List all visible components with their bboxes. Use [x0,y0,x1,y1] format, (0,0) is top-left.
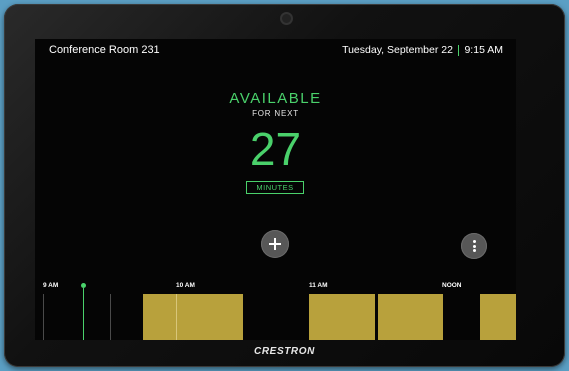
current-time: 9:15 AM [464,44,503,56]
camera-icon [282,14,291,23]
room-name: Conference Room 231 [49,44,160,56]
current-date: Tuesday, September 22 [342,44,453,56]
touch-panel-device: Conference Room 231 Tuesday, September 2… [4,4,565,367]
date-time-separator [457,44,460,56]
timeline-label-noon: NOON [442,282,462,289]
timeline-label-11am: 11 AM [309,282,328,289]
current-time-marker [81,283,86,288]
timeline-label-9am: 9 AM [43,282,59,289]
room-scheduling-screen: Conference Room 231 Tuesday, September 2… [35,39,516,340]
more-options-button[interactable] [461,233,487,259]
minutes-remaining: 27 [249,123,302,175]
timeline-gridline [43,294,44,340]
booked-slot[interactable] [309,294,375,340]
booked-slot[interactable] [480,294,516,340]
current-time-line [83,288,84,340]
timeline-gridline [110,294,111,340]
booked-slot[interactable] [143,294,243,340]
date-time: Tuesday, September 22 9:15 AM [342,44,503,56]
minutes-unit-label: MINUTES [246,181,304,194]
brand-logo: CRESTRON [254,346,315,357]
schedule-timeline[interactable]: 9 AM 10 AM 11 AM NOON [35,279,516,340]
timeline-label-10am: 10 AM [176,282,195,289]
availability-status: AVAILABLE [229,90,322,107]
for-next-label: FOR NEXT [252,109,299,118]
booked-slot[interactable] [378,294,443,340]
add-reservation-button[interactable] [261,230,289,258]
